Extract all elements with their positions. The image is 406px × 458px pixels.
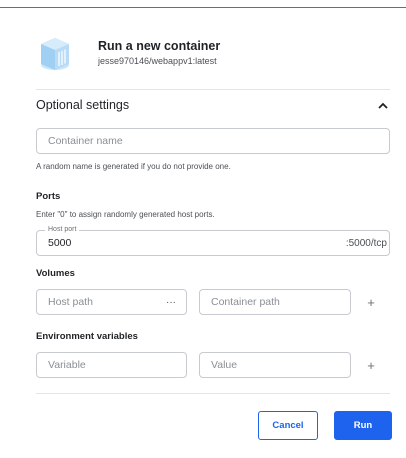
container-name-input[interactable] (37, 129, 389, 153)
optional-settings-header[interactable]: Optional settings (36, 98, 390, 112)
volumes-label: Volumes (36, 268, 75, 279)
add-env-button[interactable]: + (364, 358, 378, 373)
variable-field[interactable] (36, 352, 187, 378)
host-path-input[interactable] (37, 290, 186, 314)
value-field[interactable] (199, 352, 351, 378)
divider (36, 393, 390, 394)
image-name: jesse970146/webappv1:latest (98, 55, 217, 66)
browse-button[interactable]: ··· (166, 290, 176, 314)
ports-label: Ports (36, 191, 61, 202)
variable-input[interactable] (37, 353, 186, 377)
optional-settings-title: Optional settings (36, 98, 130, 112)
container-name-hint: A random name is generated if you do not… (36, 162, 231, 171)
dialog-header: Run a new container jesse970146/webappv1… (36, 34, 220, 72)
add-volume-button[interactable]: + (364, 295, 378, 310)
host-port-legend: Host port (45, 225, 80, 235)
divider (36, 89, 390, 90)
host-path-field[interactable]: ··· (36, 289, 187, 315)
env-label: Environment variables (36, 331, 138, 342)
host-port-field[interactable]: Host port :5000/tcp (36, 225, 390, 256)
value-input[interactable] (200, 353, 350, 377)
container-path-input[interactable] (200, 290, 350, 314)
run-button[interactable]: Run (334, 411, 392, 440)
container-name-field[interactable] (36, 128, 390, 154)
chevron-up-icon[interactable] (376, 98, 390, 112)
container-port-label: :5000/tcp (345, 237, 387, 249)
container-path-field[interactable] (199, 289, 351, 315)
container-icon (36, 34, 74, 72)
dialog-title: Run a new container (98, 38, 221, 53)
ports-hint: Enter "0" to assign randomly generated h… (36, 210, 215, 219)
host-port-input[interactable] (37, 231, 389, 255)
cancel-button[interactable]: Cancel (258, 411, 318, 440)
top-divider (0, 7, 406, 8)
